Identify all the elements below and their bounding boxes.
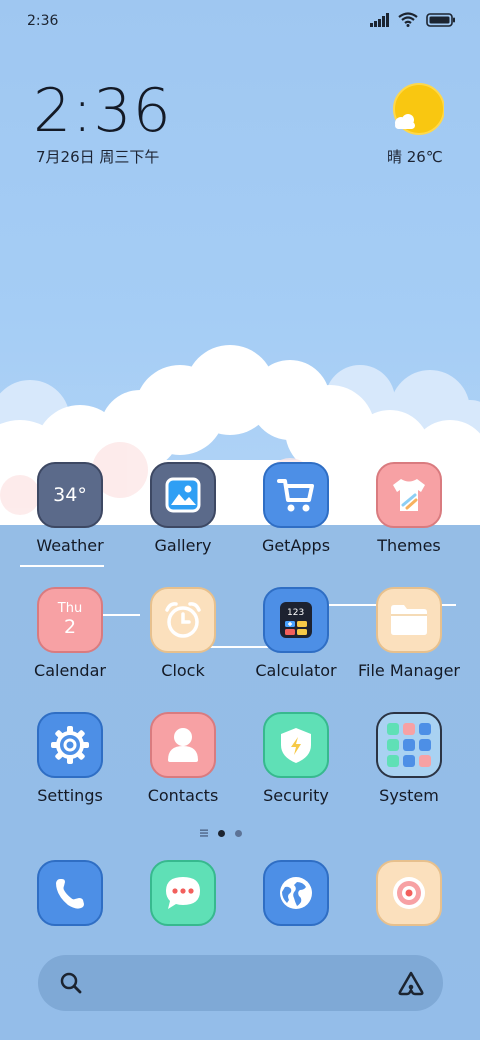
app-weather[interactable]: 34° Weather (10, 462, 130, 555)
app-settings[interactable]: Settings (10, 712, 130, 805)
gear-icon (37, 712, 103, 778)
app-security[interactable]: Security (236, 712, 356, 805)
app-gallery[interactable]: Gallery (123, 462, 243, 555)
status-icons (370, 12, 456, 27)
weather-app-temp: 34° (53, 484, 87, 506)
app-themes[interactable]: Themes (349, 462, 469, 555)
search-icon[interactable] (60, 972, 82, 994)
folder-icon (376, 587, 442, 653)
person-icon (150, 712, 216, 778)
alarm-clock-icon (150, 587, 216, 653)
dock-browser[interactable] (236, 860, 356, 926)
assistant-icon[interactable] (397, 970, 425, 996)
app-file-manager[interactable]: File Manager (349, 587, 469, 680)
search-bar[interactable] (38, 955, 443, 1011)
app-label: Settings (37, 786, 103, 805)
app-calculator[interactable]: 123 Calculator (236, 587, 356, 680)
shopping-cart-icon (263, 462, 329, 528)
app-label: Themes (377, 536, 441, 555)
app-label: System (379, 786, 439, 805)
menu-lines-icon[interactable] (200, 829, 208, 837)
clock-widget-date[interactable]: 7月26日 周三下午 (36, 146, 159, 167)
app-system-folder[interactable]: System (349, 712, 469, 805)
app-label: Gallery (154, 536, 212, 555)
app-label: Contacts (147, 786, 219, 805)
battery-icon (426, 12, 455, 27)
svg-text:123: 123 (287, 608, 304, 618)
app-label: Weather (36, 536, 104, 555)
clock-widget-time[interactable]: 2:36 (33, 76, 172, 146)
gallery-icon (150, 462, 216, 528)
calendar-icon: Thu 2 (37, 587, 103, 653)
app-label: Calendar (34, 661, 106, 680)
messages-icon (150, 860, 216, 926)
calendar-icon-date: 2 (63, 616, 77, 638)
app-clock[interactable]: Clock (123, 587, 243, 680)
signal-icon (370, 12, 389, 27)
tshirt-icon (376, 462, 442, 528)
camera-icon (376, 860, 442, 926)
folder-grid-icon (376, 712, 442, 778)
page-dot-active[interactable] (218, 829, 225, 837)
app-getapps[interactable]: GetApps (236, 462, 356, 555)
dock-camera[interactable] (349, 860, 469, 926)
dock-messages[interactable] (123, 860, 243, 926)
weather-widget-text[interactable]: 晴 26℃ (387, 146, 443, 167)
app-calendar[interactable]: Thu 2 Calendar (10, 587, 130, 680)
horizon-line (20, 565, 104, 567)
weather-app-icon: 34° (37, 462, 103, 528)
sun-cloud-icon[interactable] (390, 83, 444, 137)
browser-icon (263, 860, 329, 926)
app-label: Clock (161, 661, 205, 680)
phone-icon (37, 860, 103, 926)
shield-icon (263, 712, 329, 778)
wifi-icon (398, 12, 418, 27)
page-indicator[interactable] (200, 829, 242, 837)
page-dot[interactable] (235, 829, 242, 837)
app-label: File Manager (358, 661, 460, 680)
app-label: Calculator (255, 661, 337, 680)
app-label: Security (263, 786, 329, 805)
calendar-icon-day: Thu (57, 601, 83, 616)
status-bar-time: 2:36 (27, 13, 59, 29)
app-label: GetApps (261, 536, 331, 555)
dock-phone[interactable] (10, 860, 130, 926)
app-contacts[interactable]: Contacts (123, 712, 243, 805)
calculator-icon: 123 (263, 587, 329, 653)
